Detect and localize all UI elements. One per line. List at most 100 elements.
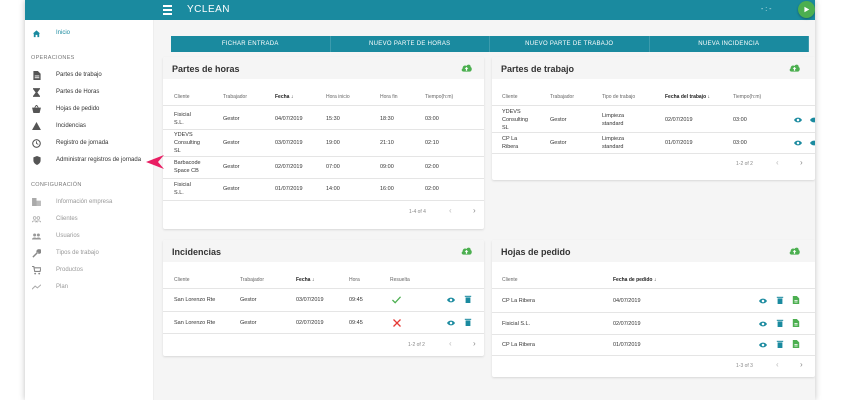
cell-cliente: San Lorenzo Rte — [174, 297, 216, 303]
prev-page-button[interactable]: ‹ — [449, 339, 452, 348]
pdf-file-icon[interactable] — [792, 296, 800, 304]
play-button[interactable] — [798, 1, 815, 18]
column-header-tipo: Tipo de trabajo — [602, 94, 636, 100]
view-icon[interactable] — [810, 139, 815, 147]
cell-trabajador: Gestor — [550, 117, 567, 123]
user-status-text: - : - — [761, 6, 772, 13]
cell-tipo: Limpieza standard — [602, 113, 625, 127]
next-page-button[interactable]: › — [473, 206, 476, 215]
sidebar-item-administrar-registros[interactable]: Administrar registros de jornada — [25, 152, 154, 168]
sidebar-item-registro-jornada[interactable]: Registro de jornada — [25, 135, 154, 151]
column-header-tiempo: Tiempo(h:m) — [425, 94, 454, 100]
trash-icon[interactable] — [776, 340, 784, 348]
sidebar-item-partes-trabajo[interactable]: Partes de trabajo — [25, 67, 154, 83]
cell-trabajador: Gestor — [223, 164, 240, 170]
next-page-button[interactable]: › — [800, 360, 803, 369]
column-header-trabajador: Trabajador — [240, 277, 264, 283]
view-icon[interactable] — [759, 297, 767, 305]
pdf-file-icon[interactable] — [792, 340, 800, 348]
divider — [492, 132, 815, 133]
cell-hora-inicio: 15:30 — [326, 116, 340, 122]
cell-trabajador: Gestor — [550, 140, 567, 146]
cell-fecha: 02/07/2019 — [613, 321, 641, 327]
view-icon[interactable] — [759, 320, 767, 328]
cell-hora: 09:45 — [349, 320, 363, 326]
view-icon[interactable] — [794, 139, 802, 147]
hourglass-icon — [32, 87, 41, 97]
sidebar-item-productos[interactable]: Productos — [25, 262, 154, 278]
cloud-upload-icon[interactable] — [789, 63, 800, 72]
nuevo-parte-horas-button[interactable]: NUEVO PARTE DE HORAS — [331, 36, 490, 52]
view-icon[interactable] — [759, 341, 767, 349]
cell-trabajador: Gestor — [223, 116, 240, 122]
cell-fecha: 01/07/2019 — [665, 140, 693, 146]
divider — [492, 288, 815, 289]
cell-hora-fin: 21:10 — [380, 140, 394, 146]
divider — [163, 200, 484, 201]
sidebar-item-incidencias[interactable]: Incidencias — [25, 118, 154, 134]
sort-arrow-icon: ↓ — [653, 277, 657, 283]
column-header-fecha-trabajo[interactable]: Fecha del trabajo ↓ — [665, 94, 710, 100]
sidebar-item-label: Productos — [56, 267, 84, 273]
view-icon[interactable] — [794, 116, 802, 124]
divider — [163, 105, 484, 106]
cell-tiempo: 03:00 — [425, 116, 439, 122]
trash-icon[interactable] — [464, 318, 472, 326]
column-header-fecha[interactable]: Fecha ↓ — [296, 277, 314, 283]
prev-page-button[interactable]: ‹ — [776, 360, 779, 369]
warning-icon — [32, 122, 41, 131]
view-icon[interactable] — [810, 116, 815, 124]
cell-hora-fin: 18:30 — [380, 116, 394, 122]
sidebar-item-label: Administrar registros de jornada — [56, 157, 142, 163]
next-page-button[interactable]: › — [473, 339, 476, 348]
cell-fecha: 02/07/2019 — [665, 117, 693, 123]
next-page-button[interactable]: › — [800, 158, 803, 167]
sidebar-item-informacion-empresa[interactable]: Información empresa — [25, 194, 154, 210]
sidebar-item-label: Inicio — [56, 30, 71, 36]
prev-page-button[interactable]: ‹ — [449, 206, 452, 215]
sidebar-item-tipos-trabajo[interactable]: Tipos de trabajo — [25, 245, 154, 261]
sidebar-item-usuarios[interactable]: Usuarios — [25, 228, 154, 244]
divider — [492, 334, 815, 335]
cell-trabajador: Gestor — [223, 140, 240, 146]
nueva-incidencia-button[interactable]: NUEVA INCIDENCIA — [650, 36, 809, 52]
section-title-configuracion: CONFIGURACIÓN — [31, 182, 82, 188]
trash-icon[interactable] — [464, 295, 472, 303]
sidebar-item-inicio[interactable]: Inicio — [25, 25, 154, 41]
sidebar-item-plan[interactable]: Plan — [25, 279, 154, 295]
group-icon — [32, 232, 41, 241]
menu-icon[interactable] — [163, 3, 177, 17]
column-header-fecha[interactable]: Fecha ↓ — [275, 94, 293, 100]
partes-horas-card: Partes de horas Cliente Trabajador Fecha… — [163, 57, 484, 229]
trash-icon[interactable] — [776, 296, 784, 304]
prev-page-button[interactable]: ‹ — [776, 158, 779, 167]
sidebar: Inicio OPERACIONES Partes de trabajo Par… — [25, 20, 154, 400]
pdf-file-icon[interactable] — [792, 319, 800, 327]
cell-hora-fin: 16:00 — [380, 186, 394, 192]
card-title: Partes de trabajo — [501, 64, 575, 74]
sidebar-item-hojas-pedido[interactable]: Hojas de pedido — [25, 101, 154, 117]
incidencias-card: Incidencias Cliente Trabajador Fecha ↓ H… — [163, 240, 484, 356]
cell-fecha: 04/07/2019 — [275, 116, 303, 122]
hojas-pedido-card: Hojas de pedido Cliente Fecha de pedido … — [492, 240, 815, 377]
people-icon — [32, 215, 41, 224]
cell-fecha: 02/07/2019 — [275, 164, 303, 170]
cell-fecha: 01/07/2019 — [613, 342, 641, 348]
sidebar-item-clientes[interactable]: Clientes — [25, 211, 154, 227]
trash-icon[interactable] — [776, 319, 784, 327]
cloud-upload-icon[interactable] — [461, 63, 472, 72]
sidebar-item-partes-horas[interactable]: Partes de Horas — [25, 84, 154, 100]
cell-fecha: 03/07/2019 — [275, 140, 303, 146]
column-header-trabajador: Trabajador — [550, 94, 574, 100]
column-header-cliente: Cliente — [174, 94, 190, 100]
header-label: Fecha del trabajo — [665, 94, 707, 100]
cloud-upload-icon[interactable] — [789, 246, 800, 255]
fichar-entrada-button[interactable]: FICHAR ENTRADA — [171, 36, 331, 52]
column-header-fecha-pedido[interactable]: Fecha de pedido ↓ — [613, 277, 656, 283]
nuevo-parte-trabajo-button[interactable]: NUEVO PARTE DE TRABAJO — [490, 36, 650, 52]
view-icon[interactable] — [447, 319, 455, 327]
cell-cliente: CP La Ribera — [502, 342, 535, 348]
cloud-upload-icon[interactable] — [461, 246, 472, 255]
view-icon[interactable] — [447, 296, 455, 304]
play-icon — [804, 6, 810, 13]
